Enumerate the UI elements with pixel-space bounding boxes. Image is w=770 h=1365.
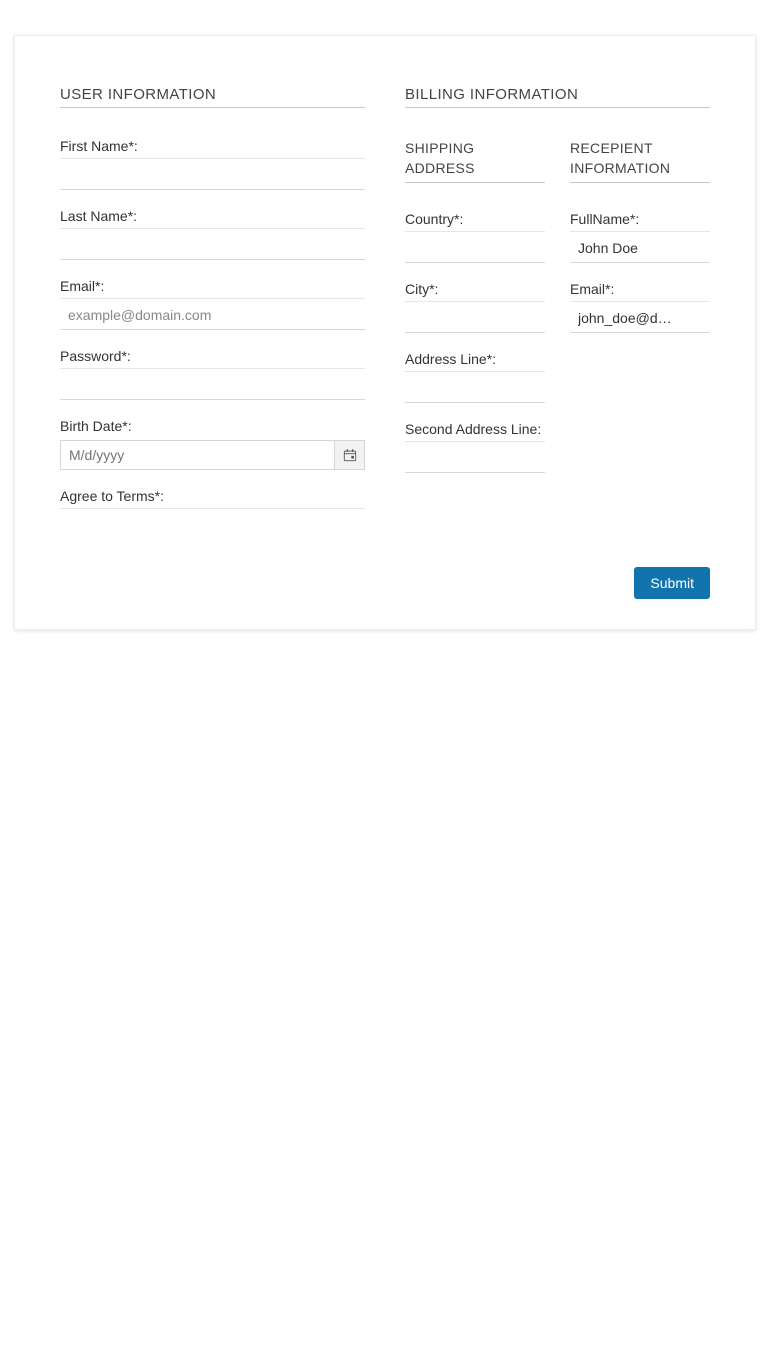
fullname-input[interactable] <box>570 234 710 263</box>
address2-row: Second Address Line: <box>405 421 545 473</box>
billing-information-section: BILLING INFORMATION SHIPPING ADDRESS Cou… <box>405 86 710 527</box>
first-name-label: First Name*: <box>60 138 365 159</box>
birth-date-input[interactable] <box>61 441 334 469</box>
shipping-address-section: SHIPPING ADDRESS Country*: City*: Addres… <box>405 138 545 491</box>
submit-row: Submit <box>60 567 710 599</box>
first-name-row: First Name*: <box>60 138 365 190</box>
password-label: Password*: <box>60 348 365 369</box>
email-input[interactable] <box>60 301 365 330</box>
birth-date-picker <box>60 440 365 470</box>
birth-date-label: Birth Date*: <box>60 418 365 438</box>
city-input[interactable] <box>405 304 545 333</box>
user-information-section: USER INFORMATION First Name*: Last Name*… <box>60 86 365 527</box>
shipping-title: SHIPPING ADDRESS <box>405 138 545 183</box>
address-input[interactable] <box>405 374 545 403</box>
birth-date-calendar-button[interactable] <box>334 441 364 469</box>
user-info-title: USER INFORMATION <box>60 86 365 108</box>
address-row: Address Line*: <box>405 351 545 403</box>
address2-label: Second Address Line: <box>405 421 545 442</box>
billing-sub-columns: SHIPPING ADDRESS Country*: City*: Addres… <box>405 138 710 491</box>
city-label: City*: <box>405 281 545 302</box>
calendar-icon <box>343 448 357 462</box>
recipient-email-label: Email*: <box>570 281 710 302</box>
country-input[interactable] <box>405 234 545 263</box>
last-name-row: Last Name*: <box>60 208 365 260</box>
form-columns: USER INFORMATION First Name*: Last Name*… <box>60 86 710 527</box>
email-row: Email*: <box>60 278 365 330</box>
country-row: Country*: <box>405 211 545 263</box>
last-name-input[interactable] <box>60 231 365 260</box>
recipient-email-input[interactable] <box>570 304 710 333</box>
billing-info-title: BILLING INFORMATION <box>405 86 710 108</box>
city-row: City*: <box>405 281 545 333</box>
fullname-row: FullName*: <box>570 211 710 263</box>
recipient-information-section: RECEPIENT INFORMATION FullName*: Email*: <box>570 138 710 491</box>
password-row: Password*: <box>60 348 365 400</box>
agree-label: Agree to Terms*: <box>60 488 365 509</box>
submit-button[interactable]: Submit <box>634 567 710 599</box>
email-label: Email*: <box>60 278 365 299</box>
address-label: Address Line*: <box>405 351 545 372</box>
recipient-title: RECEPIENT INFORMATION <box>570 138 710 183</box>
address2-input[interactable] <box>405 444 545 473</box>
recipient-email-row: Email*: <box>570 281 710 333</box>
agree-row: Agree to Terms*: <box>60 488 365 509</box>
password-input[interactable] <box>60 371 365 400</box>
form-card: USER INFORMATION First Name*: Last Name*… <box>14 35 756 630</box>
first-name-input[interactable] <box>60 161 365 190</box>
last-name-label: Last Name*: <box>60 208 365 229</box>
country-label: Country*: <box>405 211 545 232</box>
fullname-label: FullName*: <box>570 211 710 232</box>
birth-date-row: Birth Date*: <box>60 418 365 470</box>
